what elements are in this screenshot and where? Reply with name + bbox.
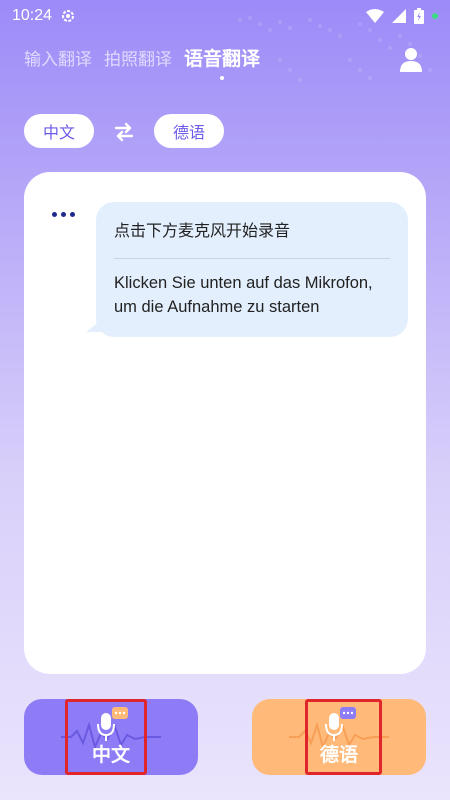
source-language-button[interactable]: 中文 <box>24 114 94 148</box>
prompt-text-german-line1: Klicken Sie unten auf das Mikrofon, <box>114 274 373 292</box>
wifi-icon <box>366 9 384 23</box>
tab-voice-translate[interactable]: 语音翻译 <box>184 44 261 80</box>
tab-photo-translate[interactable]: 拍照翻译 <box>104 45 172 70</box>
signal-icon <box>392 9 406 23</box>
mode-tabs: 输入翻译 拍照翻译 语音翻译 <box>24 44 261 80</box>
highlight-box <box>65 699 147 775</box>
conversation-card: 点击下方麦克风开始录音 Klicken Sie unten auf das Mi… <box>24 172 426 674</box>
tab-voice-translate-label: 语音翻译 <box>184 48 261 70</box>
highlight-box <box>305 699 382 775</box>
prompt-text-german: Klicken Sie unten auf das Mikrofon, um d… <box>114 271 390 319</box>
status-time: 10:24 <box>12 7 53 24</box>
swap-arrows-icon[interactable] <box>112 120 136 144</box>
more-options-icon[interactable] <box>52 212 75 217</box>
battery-charging-icon <box>414 8 424 24</box>
status-bar: 10:24 <box>0 0 450 32</box>
bubble-divider <box>114 258 390 259</box>
active-tab-indicator <box>220 76 224 80</box>
prompt-bubble: 点击下方麦克风开始录音 Klicken Sie unten auf das Mi… <box>96 202 408 337</box>
tab-input-translate[interactable]: 输入翻译 <box>24 45 92 70</box>
prompt-text-chinese: 点击下方麦克风开始录音 <box>114 221 291 240</box>
notification-dot <box>432 13 438 19</box>
user-profile-icon[interactable] <box>398 46 424 72</box>
target-language-button[interactable]: 德语 <box>154 114 224 148</box>
settings-gear-icon <box>62 10 75 22</box>
prompt-text-german-line2: um die Aufnahme zu starten <box>114 298 320 316</box>
